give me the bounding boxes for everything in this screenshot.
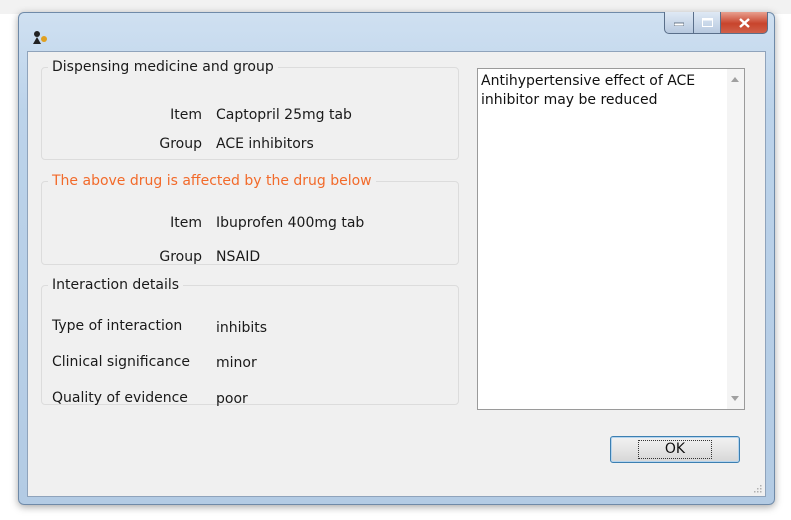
dispensing-item-value: Captopril 25mg tab bbox=[216, 107, 352, 123]
ok-button-label: OK bbox=[637, 440, 713, 459]
interaction-type-label: Type of interaction bbox=[52, 318, 183, 334]
dispensing-group-value: ACE inhibitors bbox=[216, 136, 314, 152]
interaction-dialog: Dispensing medicine and group Item Capto… bbox=[18, 12, 775, 505]
dispensing-group-label: Group bbox=[159, 136, 202, 152]
affected-by-legend: The above drug is affected by the drug b… bbox=[52, 173, 372, 189]
affected-item-value: Ibuprofen 400mg tab bbox=[216, 215, 365, 231]
maximize-button[interactable] bbox=[694, 12, 721, 34]
dispensing-legend: Dispensing medicine and group bbox=[52, 59, 274, 75]
minimize-button[interactable] bbox=[664, 12, 694, 34]
dialog-content: Dispensing medicine and group Item Capto… bbox=[27, 51, 766, 497]
interaction-details-legend: Interaction details bbox=[52, 277, 180, 293]
ok-button[interactable]: OK bbox=[610, 436, 740, 463]
minimize-icon bbox=[674, 22, 684, 26]
interaction-details-group: Interaction details bbox=[41, 277, 459, 405]
close-icon bbox=[738, 17, 750, 28]
affected-group-value: NSAID bbox=[216, 249, 261, 265]
close-button[interactable] bbox=[721, 12, 768, 34]
interaction-notes-text: Antihypertensive effect of ACE inhibitor… bbox=[481, 73, 696, 108]
interaction-type-value: inhibits bbox=[216, 320, 268, 336]
window-controls bbox=[664, 12, 768, 34]
scroll-up-arrow-icon[interactable] bbox=[731, 77, 739, 82]
interaction-notes-textarea[interactable]: Antihypertensive effect of ACE inhibitor… bbox=[477, 68, 745, 410]
clinical-significance-label: Clinical significance bbox=[52, 354, 191, 370]
app-logo-icon bbox=[33, 31, 47, 44]
resize-grip-icon[interactable] bbox=[752, 483, 762, 493]
clinical-significance-value: minor bbox=[216, 355, 257, 371]
quality-of-evidence-value: poor bbox=[216, 391, 248, 407]
notes-scrollbar[interactable] bbox=[727, 69, 744, 409]
affected-item-label: Item bbox=[170, 215, 202, 231]
dispensing-item-label: Item bbox=[170, 107, 202, 123]
maximize-icon bbox=[701, 18, 713, 27]
scroll-down-arrow-icon[interactable] bbox=[731, 396, 739, 401]
affected-group-label: Group bbox=[159, 249, 202, 265]
quality-of-evidence-label: Quality of evidence bbox=[52, 390, 188, 406]
